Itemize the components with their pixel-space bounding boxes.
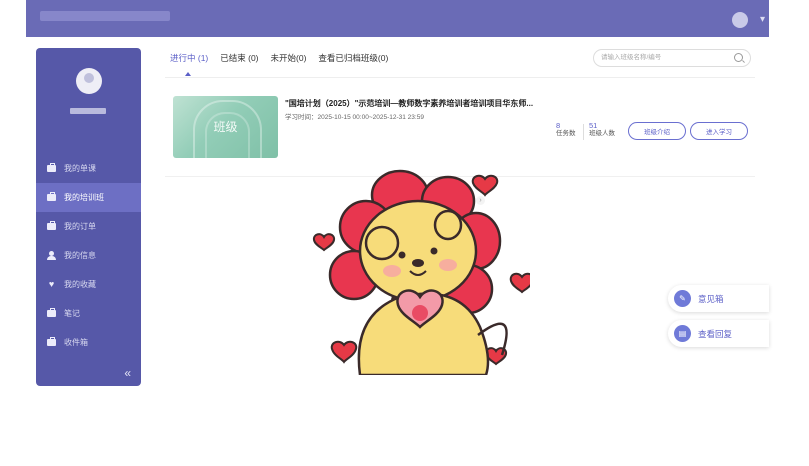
briefcase-icon — [47, 192, 56, 202]
class-study-time: 学习时间：2025-10-15 00:00~2025-12-31 23:59 — [285, 114, 424, 121]
message-icon: ▤ — [674, 325, 691, 342]
feedback-box-button[interactable]: ✎ 意见箱 — [668, 285, 769, 312]
class-status-tabs: 进行中 (1) 已结束 (0) 未开始(0) 查看已归档班级(0) — [170, 52, 400, 64]
divider — [583, 124, 584, 140]
enter-study-button[interactable]: 进入学习 — [690, 122, 748, 140]
sidebar-item-label: 我的订单 — [64, 222, 96, 231]
briefcase-icon — [47, 163, 56, 173]
sidebar-item-favorites[interactable]: ♥ 我的收藏 — [36, 270, 141, 299]
class-card: 班级 "国培计划（2025）"示范培训—教师数字素养培训者培训项目华东师... … — [165, 88, 755, 177]
sidebar-item-training-class[interactable]: 我的培训班 — [36, 183, 141, 212]
search-input[interactable] — [599, 53, 731, 62]
class-thumbnail[interactable]: 班级 — [173, 96, 278, 158]
tab-in-progress[interactable]: 进行中 (1) — [170, 52, 208, 64]
chevron-down-icon[interactable]: ▾ — [760, 14, 765, 25]
tab-ended[interactable]: 已结束 (0) — [220, 52, 258, 64]
briefcase-icon — [47, 337, 56, 347]
search-icon[interactable] — [734, 53, 743, 62]
sidebar-item-label: 我的培训班 — [64, 193, 104, 202]
sidebar-menu: 我的单课 我的培训班 我的订单 我的信息 ♥ 我的收藏 笔记 收件箱 — [36, 154, 141, 357]
sidebar-item-inbox[interactable]: 收件箱 — [36, 328, 141, 357]
task-count-label: 任务数 — [556, 130, 576, 137]
member-count: 51 — [589, 121, 598, 130]
task-count: 8 — [556, 121, 561, 130]
feedback-label: 意见箱 — [698, 293, 724, 304]
briefcase-icon — [47, 308, 56, 318]
view-replies-label: 查看回复 — [698, 328, 733, 339]
sidebar-item-label: 我的单课 — [64, 164, 96, 173]
header-avatar[interactable] — [732, 12, 748, 28]
tab-archived[interactable]: 查看已归档班级(0) — [318, 52, 388, 64]
sidebar-item-notes[interactable]: 笔记 — [36, 299, 141, 328]
view-replies-button[interactable]: ▤ 查看回复 — [668, 320, 769, 347]
divider — [165, 77, 755, 78]
sidebar: 我的单课 我的培训班 我的订单 我的信息 ♥ 我的收藏 笔记 收件箱 « — [36, 48, 141, 386]
user-icon — [47, 251, 56, 260]
heart-icon: ♥ — [48, 279, 55, 289]
sidebar-item-label: 我的收藏 — [64, 280, 96, 289]
top-header: ▾ — [26, 0, 769, 37]
pencil-icon: ✎ — [674, 290, 691, 307]
lion-sticker-image — [312, 169, 530, 375]
sidebar-item-label: 收件箱 — [64, 338, 88, 347]
class-search — [593, 49, 751, 67]
tab-not-started[interactable]: 未开始(0) — [271, 52, 307, 64]
user-name-blurred — [70, 108, 106, 114]
class-intro-button[interactable]: 班级介绍 — [628, 122, 686, 140]
sidebar-item-profile[interactable]: 我的信息 — [36, 241, 141, 270]
collapse-sidebar-button[interactable]: « — [124, 366, 131, 380]
sidebar-item-single-course[interactable]: 我的单课 — [36, 154, 141, 183]
briefcase-icon — [47, 221, 56, 231]
member-count-label: 班级人数 — [589, 130, 615, 137]
member-count-stat: 51 班级人数 — [589, 122, 615, 138]
sidebar-item-orders[interactable]: 我的订单 — [36, 212, 141, 241]
class-title[interactable]: "国培计划（2025）"示范培训—教师数字素养培训者培训项目华东师... — [285, 98, 533, 109]
active-tab-indicator — [185, 72, 191, 76]
site-logo[interactable] — [40, 11, 170, 21]
avatar[interactable] — [76, 68, 102, 94]
sidebar-item-label: 笔记 — [64, 309, 80, 318]
thumbnail-label: 班级 — [213, 120, 238, 134]
task-count-stat: 8 任务数 — [556, 122, 576, 138]
sidebar-item-label: 我的信息 — [64, 251, 96, 260]
